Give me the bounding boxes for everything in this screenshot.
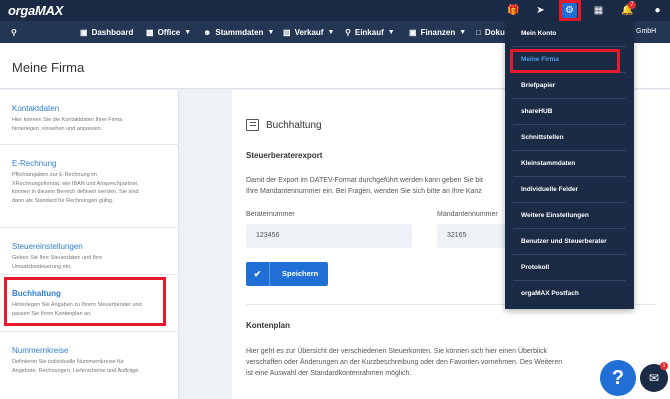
- highlight-box-meine-firma: [510, 49, 620, 73]
- chevron-down-icon: ▼: [267, 28, 275, 36]
- mandant-label: Mandantennummer: [437, 211, 498, 218]
- chevron-down-icon: ▼: [184, 28, 192, 36]
- export-text: Damit der Export im DATEV-Format durchge…: [246, 177, 483, 195]
- nav-dashboard[interactable]: ▣ Dashboard: [80, 21, 133, 43]
- list-item-desc: Definieren Sie individuelle Nummernkreis…: [12, 359, 140, 374]
- dropdown-item-protokoll[interactable]: Protokoll: [513, 255, 626, 281]
- export-heading: Steuerberaterexport: [246, 151, 323, 160]
- mandant-input[interactable]: 32165: [437, 224, 507, 248]
- highlight-box-gear: [559, 0, 581, 21]
- kontenplan-text: Hier geht es zur Übersicht der verschied…: [246, 348, 563, 377]
- nav-label: Stammdaten: [215, 27, 264, 37]
- chevron-down-icon: ▼: [327, 28, 335, 36]
- nav-doku[interactable]: □ Doku: [476, 21, 505, 43]
- dropdown-item-benutzer[interactable]: Benutzer und Steuerberater: [513, 229, 626, 255]
- dropdown-item-individuelle-felder[interactable]: Individuelle Felder: [513, 177, 626, 203]
- dropdown-item-mein-konto[interactable]: Mein Konto: [513, 21, 626, 47]
- dropdown-item-sharehub[interactable]: shareHUB: [513, 99, 626, 125]
- save-label: Speichern: [282, 269, 319, 278]
- nav-einkauf[interactable]: ⚲ Einkauf ▼: [345, 21, 395, 43]
- list-item-desc: Pflichtangaben zur E-Rechnung im XRechnun…: [12, 172, 139, 204]
- search-icon[interactable]: ⚲: [11, 21, 17, 43]
- settings-list: Kontaktdaten Hier können Sie die Kontakt…: [0, 90, 179, 399]
- people-icon: ☻: [203, 27, 212, 37]
- chevron-down-icon: ▼: [387, 28, 395, 36]
- company-name[interactable]: GmbH: [636, 28, 656, 35]
- list-item-title: E-Rechnung: [12, 159, 57, 168]
- truck-icon: ▨: [283, 27, 291, 37]
- nav-stammdaten[interactable]: ☻ Stammdaten ▼: [203, 21, 274, 43]
- nav-label: Office: [157, 27, 181, 37]
- nav-label: Dashboard: [91, 27, 134, 37]
- chevron-down-icon: ▼: [459, 28, 467, 36]
- list-item-nummernkreise[interactable]: Nummernkreise Definieren Sie individuell…: [0, 332, 179, 399]
- list-item-title: Nummernkreise: [12, 346, 69, 355]
- nav-label: Finanzen: [420, 27, 456, 37]
- dropdown-item-postfach[interactable]: orgaMAX Postfach: [513, 281, 626, 307]
- list-item-title: Steuereinstellungen: [12, 242, 83, 251]
- kontenplan-heading: Kontenplan: [246, 321, 290, 330]
- nav-label: Einkauf: [354, 27, 384, 37]
- dropdown-item-kleinstammdaten[interactable]: Kleinstammdaten: [513, 151, 626, 177]
- gift-icon[interactable]: 🎁: [506, 3, 521, 18]
- check-icon: ✔: [246, 262, 270, 286]
- dropdown-item-weitere-einstellungen[interactable]: Weitere Einstellungen: [513, 203, 626, 229]
- berater-input[interactable]: 123456: [246, 224, 412, 248]
- document-icon: □: [476, 27, 481, 37]
- briefcase-icon: ▩: [146, 27, 154, 37]
- list-item-desc: Geben Sie Ihre Steuerdaten und Ihre Umsat…: [12, 255, 103, 270]
- bank-icon: ▣: [409, 27, 417, 37]
- list-item-desc: Hier können Sie die Kontaktdaten Ihrer F…: [12, 117, 123, 132]
- dashboard-icon: ▣: [80, 27, 88, 37]
- nav-office[interactable]: ▩ Office ▼: [146, 21, 191, 43]
- highlight-box-buchhaltung: [4, 277, 166, 326]
- cart-icon: ⚲: [345, 27, 351, 37]
- list-item-kontaktdaten[interactable]: Kontaktdaten Hier können Sie die Kontakt…: [0, 90, 179, 145]
- list-item-steuereinstellungen[interactable]: Steuereinstellungen Geben Sie Ihre Steue…: [0, 228, 179, 275]
- book-icon: [246, 119, 259, 131]
- save-button[interactable]: ✔ Speichern: [246, 262, 328, 286]
- page-title: Meine Firma: [12, 60, 85, 75]
- chat-icon: ✉: [648, 371, 660, 385]
- user-icon[interactable]: ●: [650, 3, 665, 18]
- nav-label: Verkauf: [294, 27, 324, 37]
- nav-label: Doku: [484, 27, 505, 37]
- rocket-icon[interactable]: ➤: [533, 3, 548, 18]
- nav-finanzen[interactable]: ▣ Finanzen ▼: [409, 21, 466, 43]
- app-logo[interactable]: orgaMAX: [8, 3, 63, 18]
- dropdown-item-briefpapier[interactable]: Briefpapier: [513, 73, 626, 99]
- dropdown-item-schnittstellen[interactable]: Schnittstellen: [513, 125, 626, 151]
- list-item-title: Kontaktdaten: [12, 104, 60, 113]
- nav-verkauf[interactable]: ▨ Verkauf ▼: [283, 21, 334, 43]
- chat-badge: 1: [660, 362, 668, 370]
- list-item-e-rechnung[interactable]: E-Rechnung Pflichtangaben zur E-Rechnung…: [0, 145, 179, 228]
- notification-badge: 7: [628, 1, 636, 9]
- help-button[interactable]: ?: [600, 360, 636, 396]
- section-title: Buchhaltung: [266, 120, 322, 131]
- grid-icon[interactable]: ▦: [591, 3, 606, 18]
- berater-label: Beraternummer: [246, 211, 295, 218]
